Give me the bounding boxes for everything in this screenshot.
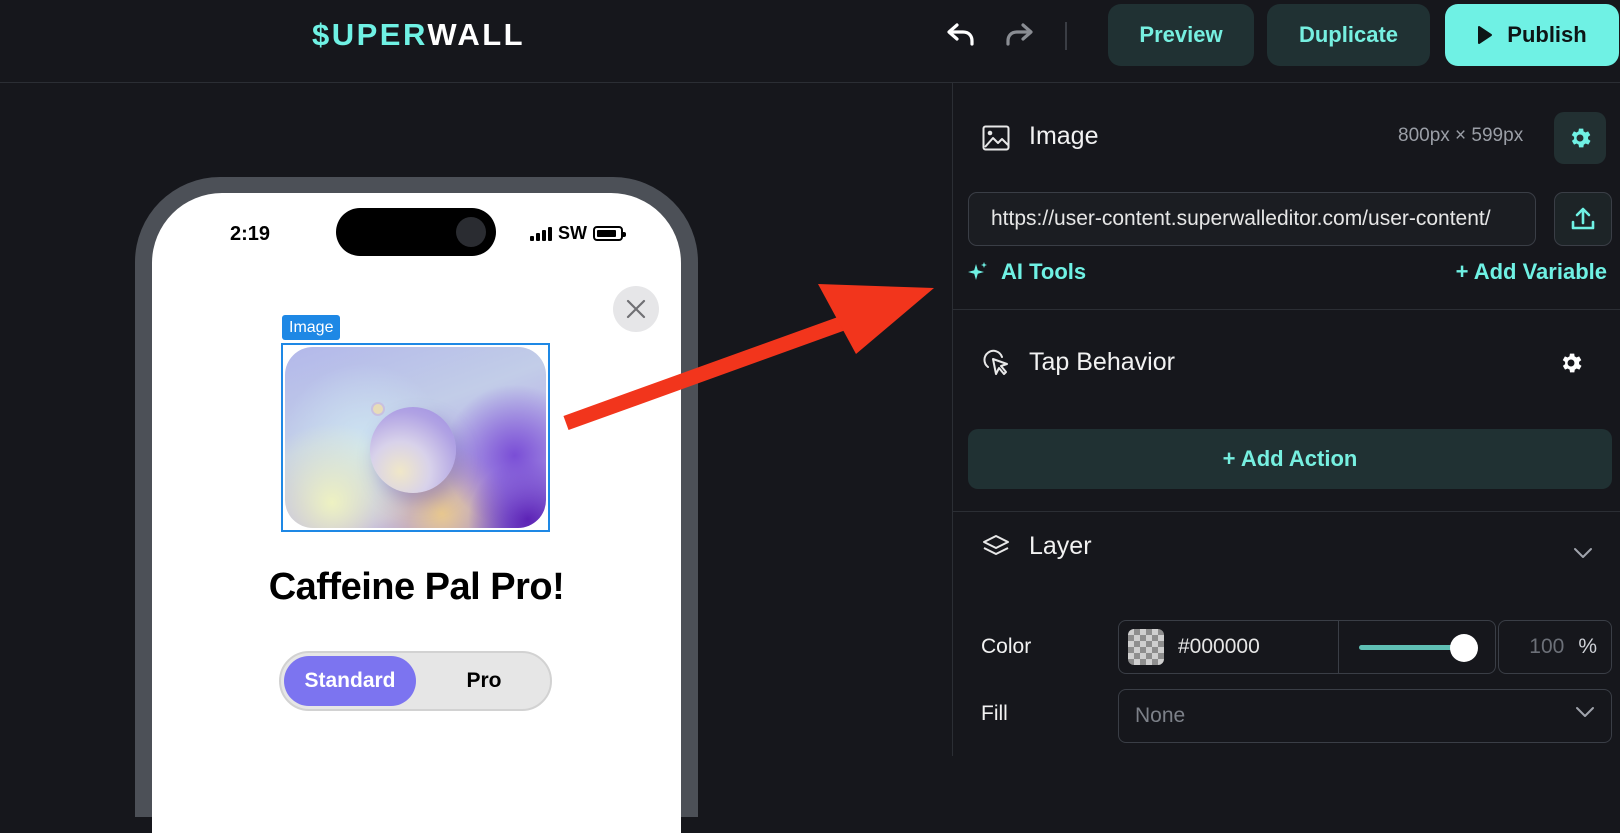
status-time: 2:19 — [230, 223, 271, 245]
phone-frame: 2:19 SW Image Caffeine Pal Pro! Standard — [135, 177, 698, 833]
image-section-title: Image — [1029, 122, 1099, 150]
toolbar-divider — [1065, 22, 1067, 50]
opacity-unit: % — [1578, 635, 1597, 658]
color-swatch[interactable] — [1128, 629, 1164, 665]
publish-button[interactable]: Publish — [1445, 4, 1619, 66]
camera-icon — [456, 217, 486, 247]
ai-tools-button[interactable]: AI Tools — [967, 259, 1086, 285]
abstract-sphere-image — [285, 347, 546, 528]
signal-icon — [530, 226, 552, 241]
sphere-highlight — [373, 404, 383, 414]
fill-label: Fill — [981, 702, 1008, 725]
plan-segmented-control: Standard Pro — [279, 651, 552, 711]
top-bar: $UPERWALL Preview Duplicate Publish — [0, 0, 1620, 83]
opacity-field[interactable]: 100 % — [1498, 620, 1612, 674]
image-url-field[interactable] — [968, 192, 1536, 246]
battery-icon — [593, 226, 626, 241]
paywall-title[interactable]: Caffeine Pal Pro! — [152, 566, 681, 609]
image-selection-tag: Image — [282, 315, 341, 340]
duplicate-button[interactable]: Duplicate — [1267, 4, 1430, 66]
image-icon — [981, 123, 1011, 153]
section-divider — [953, 309, 1620, 310]
opacity-value: 100 — [1529, 635, 1565, 658]
annotation-arrow — [563, 284, 934, 431]
upload-button[interactable] — [1554, 192, 1612, 246]
preview-button[interactable]: Preview — [1108, 4, 1254, 66]
paywall-image[interactable] — [281, 343, 550, 532]
sphere-shape — [370, 407, 456, 493]
upload-icon — [1571, 207, 1595, 230]
publish-label: Publish — [1507, 22, 1587, 47]
superwall-logo: $UPERWALL — [312, 17, 526, 52]
undo-icon[interactable] — [944, 18, 978, 52]
color-field-divider — [1338, 621, 1339, 673]
image-settings-button[interactable] — [1554, 112, 1606, 164]
pointer-tap-icon — [981, 348, 1011, 378]
gear-icon — [1571, 128, 1591, 148]
chevron-down-icon — [1576, 707, 1594, 717]
color-field: #000000 — [1118, 620, 1496, 674]
tap-settings-gear-icon[interactable] — [1557, 349, 1585, 377]
add-variable-link[interactable]: + Add Variable — [1456, 259, 1607, 285]
properties-panel: Image 800px × 599px AI Tools + Add Varia… — [952, 83, 1620, 756]
ai-tools-label: AI Tools — [1001, 259, 1087, 284]
status-indicators: SW — [530, 223, 626, 244]
section-divider — [953, 511, 1620, 512]
segment-pro[interactable]: Pro — [418, 656, 550, 706]
color-hex-value[interactable]: #000000 — [1178, 635, 1328, 659]
redo-icon[interactable] — [1002, 18, 1036, 52]
fill-select[interactable]: None — [1118, 689, 1612, 743]
carrier-label: SW — [558, 223, 587, 243]
segment-standard[interactable]: Standard — [284, 656, 416, 706]
layers-icon — [981, 532, 1011, 562]
play-icon — [1478, 26, 1493, 44]
tap-behavior-title: Tap Behavior — [1029, 348, 1175, 376]
add-action-button[interactable]: + Add Action — [968, 429, 1612, 489]
dynamic-island — [336, 208, 496, 256]
opacity-slider-thumb[interactable] — [1450, 634, 1478, 662]
image-url-input[interactable] — [989, 206, 1515, 232]
sparkles-icon — [968, 262, 987, 280]
image-dimensions: 800px × 599px — [1398, 125, 1524, 146]
fill-select-value: None — [1135, 704, 1186, 727]
chevron-down-icon[interactable] — [1573, 546, 1593, 564]
color-label: Color — [981, 635, 1032, 658]
layer-section-title[interactable]: Layer — [1029, 532, 1092, 561]
